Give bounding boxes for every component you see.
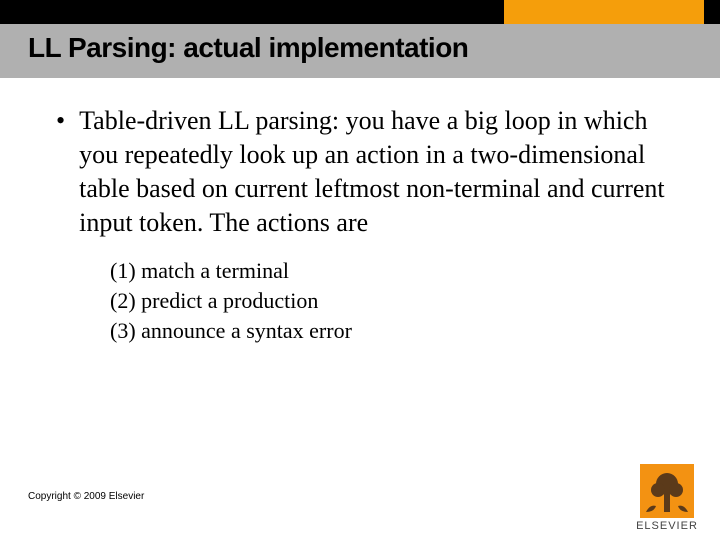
header-orange-accent (504, 0, 704, 24)
bullet-item: • Table-driven LL parsing: you have a bi… (56, 104, 676, 240)
page-title: LL Parsing: actual implementation (28, 32, 468, 64)
sublist-item: (2) predict a production (110, 286, 676, 316)
sublist-item: (1) match a terminal (110, 256, 676, 286)
slide: LL Parsing: actual implementation • Tabl… (0, 0, 720, 540)
elsevier-logo-icon (640, 464, 694, 518)
publisher-name: ELSEVIER (628, 520, 706, 532)
publisher-logo: ELSEVIER (628, 464, 706, 532)
body-content: • Table-driven LL parsing: you have a bi… (56, 104, 676, 346)
bullet-marker: • (56, 104, 65, 138)
sublist-item: (3) announce a syntax error (110, 316, 676, 346)
bullet-text: Table-driven LL parsing: you have a big … (79, 104, 676, 240)
sublist: (1) match a terminal (2) predict a produ… (110, 256, 676, 346)
copyright-text: Copyright © 2009 Elsevier (28, 491, 144, 502)
